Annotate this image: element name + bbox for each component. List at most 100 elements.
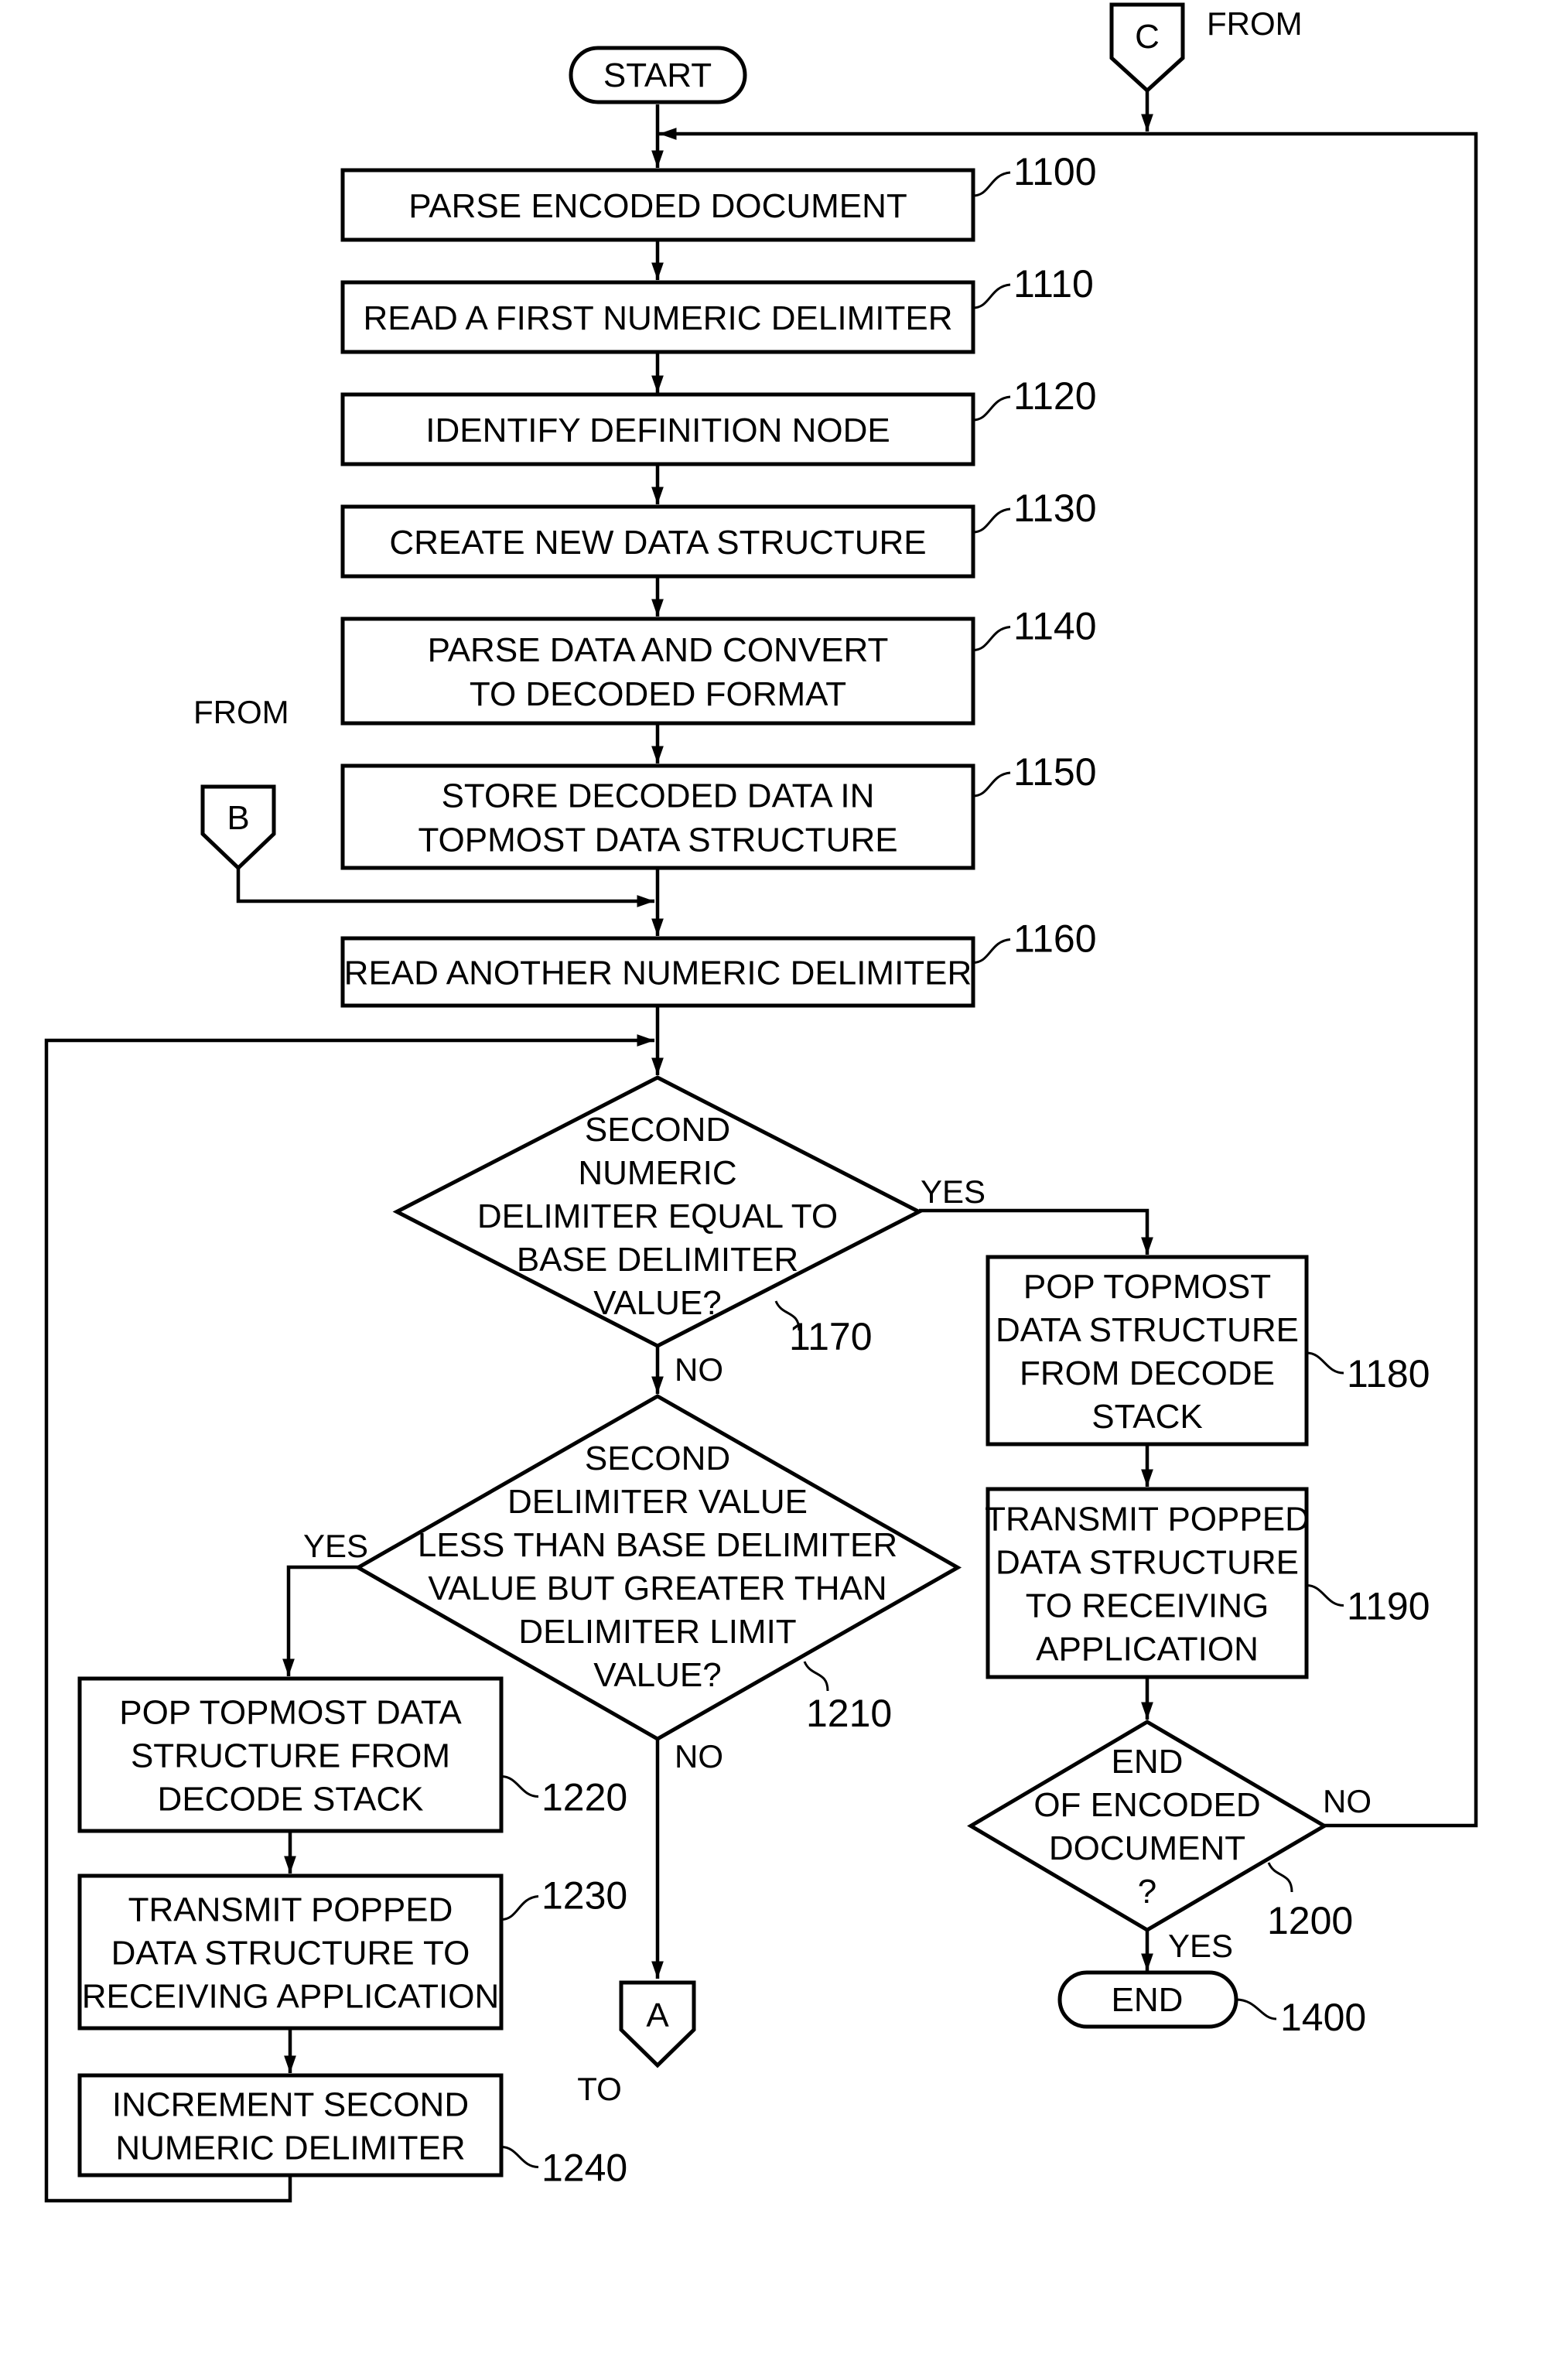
- decision-text-line: VALUE BUT GREATER THAN: [428, 1569, 886, 1607]
- ref-leader: [972, 771, 1011, 798]
- ref-leader: [1306, 1351, 1344, 1375]
- step-text-line: POP TOPMOST: [1023, 1268, 1271, 1306]
- step-ref-number: 1190: [1347, 1585, 1430, 1628]
- ref-leader: [972, 283, 1011, 309]
- step-text-line: TOPMOST DATA STRUCTURE: [418, 821, 897, 859]
- step-1220: POP TOPMOST DATA STRUCTURE FROM DECODE STA…: [77, 1676, 627, 1833]
- step-text-line: POP TOPMOST DATA: [119, 1694, 462, 1732]
- step-text-line: STORE DECODED DATA IN: [442, 777, 875, 815]
- arrow-1210-yes: [282, 1565, 358, 1676]
- step-text-line: PARSE DATA AND CONVERT: [428, 631, 889, 669]
- step-1230: TRANSMIT POPPED DATA STRUCTURE TO RECEIVIN…: [77, 1873, 627, 2031]
- decision-ref-number: 1210: [806, 1692, 892, 1735]
- step-ref-number: 1150: [1013, 750, 1097, 794]
- connector-c-letter: C: [1135, 18, 1160, 56]
- step-1190: TRANSMIT POPPED DATA STRUCTURE TO RECEIVIN…: [985, 1487, 1430, 1679]
- step-text-line: IDENTIFY DEFINITION NODE: [425, 412, 890, 449]
- ref-leader: [972, 507, 1011, 534]
- arrow-b-join: [236, 868, 654, 907]
- start-label: START: [603, 56, 712, 94]
- connector-b-letter: B: [227, 799, 249, 837]
- ref-leader: [500, 1775, 539, 1798]
- decision-text-line: SECOND: [585, 1111, 730, 1149]
- decision-text-line: VALUE?: [593, 1284, 722, 1322]
- step-ref-number: 1140: [1013, 605, 1097, 648]
- step-text-line: STRUCTURE FROM: [131, 1737, 450, 1775]
- d1210-no-label: NO: [675, 1738, 723, 1774]
- step-ref-number: 1180: [1347, 1352, 1430, 1395]
- decision-text-line: END: [1112, 1743, 1184, 1781]
- ref-leader: [1267, 1862, 1293, 1893]
- decision-text-line: DELIMITER LIMIT: [518, 1613, 796, 1651]
- d1170-yes-label: YES: [921, 1173, 986, 1210]
- step-text-line: NUMERIC DELIMITER: [115, 2130, 465, 2167]
- ref-leader: [803, 1661, 829, 1692]
- decision-text-line: DELIMITER EQUAL TO: [477, 1197, 838, 1235]
- decision-text-line: DELIMITER VALUE: [507, 1483, 808, 1521]
- step-ref-number: 1240: [541, 2147, 627, 2190]
- step-text-line: STACK: [1091, 1398, 1202, 1436]
- end-terminal: END 1400: [1057, 1970, 1366, 2039]
- connector-a-letter: A: [646, 1996, 669, 2034]
- flowchart: START C FROM B FROM A TO PARSE ENCODED D…: [44, 2, 1478, 2203]
- decision-text-line: ?: [1138, 1873, 1156, 1911]
- decision-text-line: OF ENCODED: [1033, 1786, 1260, 1824]
- start-terminal: START: [569, 46, 747, 104]
- decision-text-line: NUMERIC: [578, 1154, 736, 1192]
- connector-a: A TO: [577, 1980, 696, 2107]
- step-text-line: TRANSMIT POPPED: [128, 1891, 453, 1929]
- ref-leader: [972, 938, 1011, 964]
- d1200-no-label: NO: [1323, 1783, 1372, 1819]
- arrow-1170-yes: [919, 1208, 1153, 1255]
- decision-text-line: DOCUMENT: [1049, 1829, 1245, 1867]
- step-ref-number: 1230: [541, 1874, 627, 1918]
- step-ref-number: 1120: [1013, 374, 1097, 418]
- decision-1170: SECOND NUMERIC DELIMITER EQUAL TO BASE DELI…: [392, 1075, 924, 1358]
- step-1120: IDENTIFY DEFINITION NODE 1120: [340, 374, 1097, 466]
- connector-a-caption: TO: [577, 2071, 622, 2107]
- step-1240: INCREMENT SECOND NUMERIC DELIMITER 1240: [77, 2073, 627, 2190]
- connector-c-caption: FROM: [1207, 5, 1303, 42]
- decision-text-line: LESS THAN BASE DELIMITER: [418, 1526, 897, 1564]
- step-1130: CREATE NEW DATA STRUCTURE 1130: [340, 487, 1097, 579]
- d1170-no-label: NO: [675, 1351, 723, 1388]
- decision-text-line: VALUE?: [593, 1656, 722, 1694]
- step-1150: STORE DECODED DATA IN TOPMOST DATA STRUCT…: [340, 750, 1097, 870]
- ref-leader: [1306, 1584, 1344, 1607]
- ref-leader: [500, 1895, 539, 1921]
- step-1180: POP TOPMOST DATA STRUCTURE FROM DECODE STAC…: [986, 1255, 1430, 1446]
- step-1110: READ A FIRST NUMERIC DELIMITER 1110: [340, 262, 1094, 354]
- step-ref-number: 1110: [1013, 262, 1094, 306]
- step-1100: PARSE ENCODED DOCUMENT 1100: [340, 150, 1097, 242]
- step-text-line: PARSE ENCODED DOCUMENT: [408, 187, 907, 225]
- end-ref-number: 1400: [1280, 1996, 1366, 2039]
- step-1160: READ ANOTHER NUMERIC DELIMITER 1160: [340, 917, 1097, 1008]
- ref-leader: [972, 171, 1011, 197]
- step-ref-number: 1160: [1013, 917, 1097, 961]
- ref-leader: [972, 626, 1011, 651]
- connector-c: C FROM: [1109, 2, 1303, 94]
- decision-text-line: BASE DELIMITER: [517, 1241, 798, 1279]
- step-ref-number: 1130: [1013, 487, 1097, 530]
- step-text-line: CREATE NEW DATA STRUCTURE: [389, 524, 926, 562]
- step-1140: PARSE DATA AND CONVERT TO DECODED FORMAT 1…: [340, 605, 1097, 726]
- d1200-yes-label: YES: [1168, 1928, 1233, 1964]
- step-text-line: READ A FIRST NUMERIC DELIMITER: [364, 299, 953, 337]
- step-text-line: READ ANOTHER NUMERIC DELIMITER: [344, 955, 972, 992]
- step-text-line: INCREMENT SECOND: [112, 2086, 469, 2124]
- decision-ref-number: 1200: [1267, 1899, 1353, 1942]
- step-ref-number: 1220: [541, 1776, 627, 1819]
- end-label: END: [1112, 1981, 1184, 2019]
- step-text-line: APPLICATION: [1036, 1631, 1259, 1669]
- ref-leader: [500, 2146, 539, 2168]
- step-text-line: TO RECEIVING: [1026, 1587, 1269, 1625]
- step-text-line: DATA STRUCTURE: [996, 1544, 1299, 1582]
- step-text-line: TO DECODED FORMAT: [470, 675, 846, 713]
- step-ref-number: 1100: [1013, 150, 1097, 193]
- decision-text-line: SECOND: [585, 1440, 730, 1477]
- step-text-line: DATA STRUCTURE: [996, 1311, 1299, 1349]
- step-text-line: FROM DECODE: [1020, 1354, 1275, 1392]
- step-text-line: RECEIVING APPLICATION: [82, 1978, 500, 2016]
- decision-1200: END OF ENCODED DOCUMENT? 1200: [967, 1720, 1353, 1942]
- step-text-line: DECODE STACK: [158, 1781, 424, 1819]
